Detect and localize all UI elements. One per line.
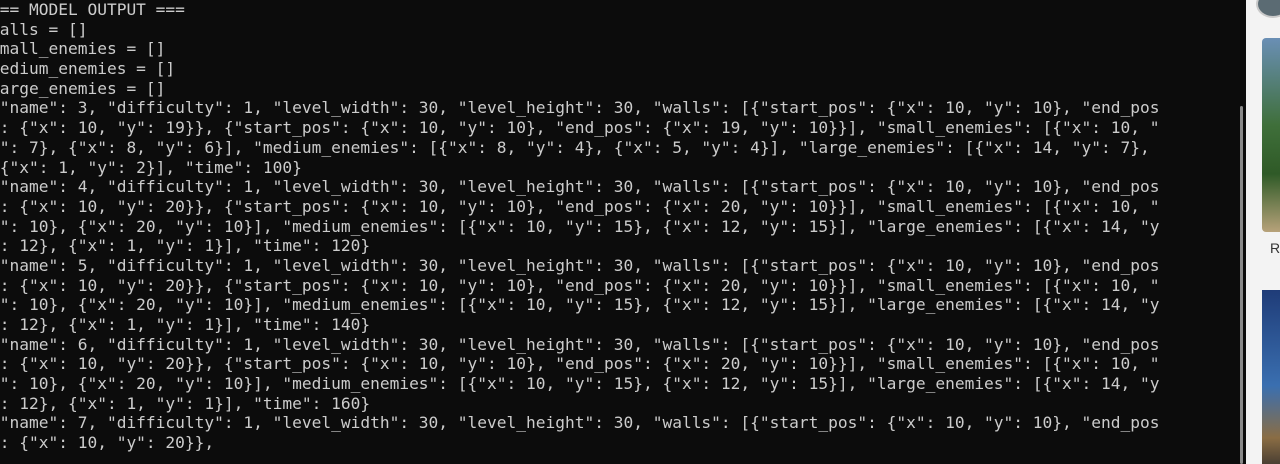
- terminal-line: ": {"x": 10, "y": 20}}, {"start_pos": {"…: [0, 275, 1160, 295]
- side-panel-label: R: [1270, 240, 1280, 256]
- terminal-line: ": 12}, {"x": 1, "y": 1}], "time": 120}: [0, 236, 371, 256]
- terminal-line: y": 10}, {"x": 20, "y": 10}], "medium_en…: [0, 374, 1160, 394]
- terminal-line: ": {"x": 10, "y": 20}}, {"start_pos": {"…: [0, 354, 1160, 374]
- terminal-line: {"name": 4, "difficulty": 1, "level_widt…: [0, 177, 1160, 197]
- terminal-window[interactable]: === MODEL OUTPUT === walls = [] small_en…: [0, 0, 1238, 464]
- terminal-line: y": 10}, {"x": 20, "y": 10}], "medium_en…: [0, 295, 1160, 315]
- terminal-line: === MODEL OUTPUT ===: [0, 0, 185, 19]
- terminal-line: ": {"x": 10, "y": 20}}, {"start_pos": {"…: [0, 196, 1160, 216]
- side-panel: R: [1246, 0, 1280, 464]
- terminal-line: {"name": 6, "difficulty": 1, "level_widt…: [0, 334, 1160, 354]
- terminal-line: ": 12}, {"x": 1, "y": 1}], "time": 140}: [0, 315, 371, 334]
- terminal-line: {"x": 1, "y": 2}], "time": 100}: [0, 157, 302, 177]
- terminal-line: y": 7}, {"x": 8, "y": 6}], "medium_enemi…: [0, 137, 1150, 157]
- terminal-line: large_enemies = []: [0, 78, 166, 98]
- terminal-line: {"name": 3, "difficulty": 1, "level_widt…: [0, 98, 1160, 118]
- terminal-output: === MODEL OUTPUT === walls = [] small_en…: [0, 0, 1159, 453]
- thumbnail-image-2[interactable]: [1262, 290, 1280, 464]
- terminal-scrollbar[interactable]: [1238, 0, 1246, 464]
- terminal-line: ": 12}, {"x": 1, "y": 1}], "time": 160}: [0, 393, 371, 413]
- terminal-line: ": {"x": 10, "y": 20}},: [0, 433, 215, 453]
- thumbnail-image[interactable]: [1262, 38, 1280, 232]
- terminal-line: {"name": 7, "difficulty": 1, "level_widt…: [0, 413, 1160, 433]
- terminal-line: medium_enemies = []: [0, 59, 176, 79]
- scrollbar-thumb[interactable]: [1240, 106, 1243, 464]
- terminal-line: y": 10}, {"x": 20, "y": 10}], "medium_en…: [0, 216, 1160, 236]
- terminal-line: small_enemies = []: [0, 39, 166, 59]
- terminal-line: {"name": 5, "difficulty": 1, "level_widt…: [0, 255, 1160, 275]
- avatar[interactable]: [1256, 0, 1280, 18]
- terminal-line: ": {"x": 10, "y": 19}}, {"start_pos": {"…: [0, 118, 1160, 138]
- terminal-line: walls = []: [0, 19, 88, 39]
